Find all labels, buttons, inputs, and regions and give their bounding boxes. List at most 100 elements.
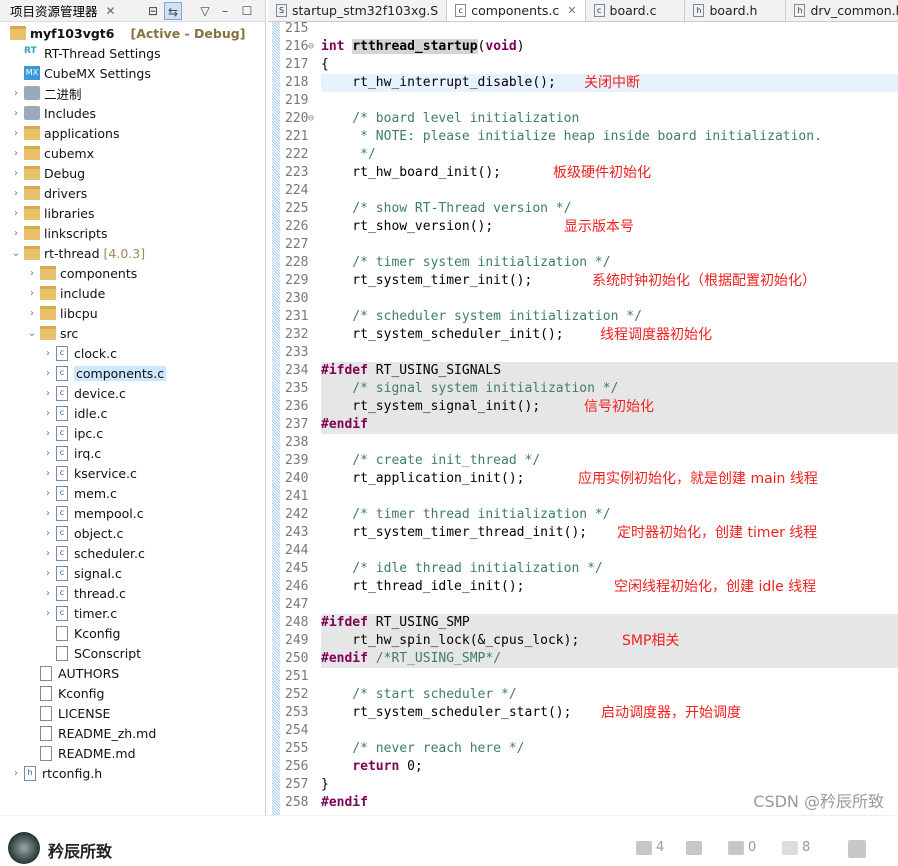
expand-chevron-icon[interactable]: › bbox=[42, 548, 54, 559]
line-number: 244 bbox=[285, 543, 309, 558]
tree-item[interactable]: › c irq.c bbox=[42, 443, 101, 463]
expand-chevron-icon[interactable]: › bbox=[42, 348, 54, 359]
close-tab-icon[interactable]: ✕ bbox=[567, 4, 576, 17]
tree-item[interactable]: › Includes bbox=[10, 103, 96, 123]
expand-chevron-icon[interactable]: › bbox=[42, 508, 54, 519]
tree-item[interactable]: LICENSE bbox=[26, 703, 110, 723]
expand-chevron-icon[interactable]: › bbox=[10, 168, 22, 179]
expand-chevron-icon[interactable]: › bbox=[42, 428, 54, 439]
tree-item[interactable]: › h rtconfig.h bbox=[10, 763, 102, 783]
tree-item[interactable]: ⌄ rt-thread [4.0.3] bbox=[10, 243, 145, 263]
tree-item[interactable]: MX CubeMX Settings bbox=[10, 63, 151, 83]
tab-components-c[interactable]: c components.c ✕ bbox=[447, 0, 586, 21]
collapse-all-icon[interactable]: ⊟ bbox=[144, 2, 162, 20]
minimize-icon[interactable]: – bbox=[216, 2, 234, 20]
tree-item[interactable]: › c kservice.c bbox=[42, 463, 137, 483]
tree-item[interactable]: AUTHORS bbox=[26, 663, 119, 683]
expand-chevron-icon[interactable]: › bbox=[10, 128, 22, 139]
tree-item[interactable]: README_zh.md bbox=[26, 723, 156, 743]
tree-item[interactable]: ⌄ src bbox=[26, 323, 78, 343]
expand-chevron-icon[interactable]: › bbox=[10, 208, 22, 219]
tree-item[interactable]: › 二进制 bbox=[10, 83, 82, 103]
expand-chevron-icon[interactable]: › bbox=[42, 568, 54, 579]
close-icon[interactable]: ✕ bbox=[106, 4, 116, 18]
tree-item[interactable]: README.md bbox=[26, 743, 136, 763]
tree-item-label: scheduler.c bbox=[74, 545, 145, 561]
tree-item[interactable]: › components bbox=[26, 263, 137, 283]
tab-startup-stm32f103xg-s[interactable]: Sstartup_stm32f103xg.S bbox=[268, 0, 448, 21]
tree-item[interactable]: › c ipc.c bbox=[42, 423, 103, 443]
maximize-icon[interactable]: ☐ bbox=[238, 2, 256, 20]
expand-chevron-icon[interactable]: › bbox=[10, 228, 22, 239]
expand-chevron-icon[interactable]: › bbox=[42, 368, 54, 379]
tree-item[interactable]: › c signal.c bbox=[42, 563, 122, 583]
tree-item[interactable]: › c mem.c bbox=[42, 483, 117, 503]
code-text: /* timer system initialization */ bbox=[321, 255, 611, 270]
tree-item[interactable]: › applications bbox=[10, 123, 119, 143]
line-number: 245 bbox=[285, 561, 309, 576]
expand-chevron-icon[interactable]: › bbox=[10, 188, 22, 199]
expand-chevron-icon[interactable]: › bbox=[10, 108, 22, 119]
tree-item[interactable]: › drivers bbox=[10, 183, 87, 203]
tree-item[interactable]: › c scheduler.c bbox=[42, 543, 145, 563]
like-button[interactable]: 4 bbox=[636, 840, 664, 855]
tab-board-h[interactable]: h board.h bbox=[685, 0, 787, 21]
tree-item[interactable]: Kconfig bbox=[42, 623, 120, 643]
tree-item[interactable]: › c idle.c bbox=[42, 403, 107, 423]
expand-chevron-icon[interactable]: › bbox=[42, 408, 54, 419]
tree-item[interactable]: › c thread.c bbox=[42, 583, 126, 603]
tree-item[interactable]: › linkscripts bbox=[10, 223, 107, 243]
line-number: 240 bbox=[285, 471, 309, 486]
tree-item[interactable]: › c clock.c bbox=[42, 343, 117, 363]
line-number: 229 bbox=[285, 273, 309, 288]
code-text: rt_system_scheduler_init(); bbox=[321, 327, 564, 342]
favorite-button[interactable]: 8 bbox=[782, 840, 810, 855]
expand-chevron-icon[interactable]: › bbox=[10, 88, 22, 99]
project-root[interactable]: myf103vgt6 [Active - Debug] bbox=[8, 23, 245, 43]
tree-item-label: clock.c bbox=[74, 345, 117, 361]
tree-item[interactable]: SConscript bbox=[42, 643, 141, 663]
expand-chevron-icon[interactable]: › bbox=[26, 308, 38, 319]
fold-toggle-icon[interactable]: ⊖ bbox=[308, 110, 314, 128]
expand-chevron-icon[interactable]: › bbox=[42, 488, 54, 499]
tree-item[interactable]: › Debug bbox=[10, 163, 85, 183]
tree-item[interactable]: › c mempool.c bbox=[42, 503, 144, 523]
expand-chevron-icon[interactable]: › bbox=[42, 528, 54, 539]
expand-chevron-icon[interactable]: › bbox=[10, 768, 22, 779]
expand-chevron-icon[interactable]: › bbox=[26, 288, 38, 299]
version-tag: [4.0.3] bbox=[103, 245, 146, 261]
expand-chevron-icon[interactable]: › bbox=[42, 448, 54, 459]
project-icon bbox=[10, 26, 26, 40]
dislike-button[interactable] bbox=[686, 840, 706, 855]
tree-item[interactable]: Kconfig bbox=[26, 683, 104, 703]
tree-item[interactable]: › c device.c bbox=[42, 383, 126, 403]
tree-item[interactable]: › libcpu bbox=[26, 303, 98, 323]
comment-button[interactable]: 0 bbox=[728, 840, 756, 855]
tree-item[interactable]: › include bbox=[26, 283, 105, 303]
expand-chevron-icon[interactable]: ⌄ bbox=[26, 328, 38, 339]
avatar[interactable] bbox=[8, 832, 40, 864]
view-menu-icon[interactable]: ▽ bbox=[196, 2, 214, 20]
expand-chevron-icon[interactable]: › bbox=[26, 268, 38, 279]
qr-code-button[interactable] bbox=[848, 840, 870, 858]
tree-item[interactable]: › libraries bbox=[10, 203, 95, 223]
tab-board-c[interactable]: c board.c bbox=[586, 0, 686, 21]
code-text: rt_hw_interrupt_disable(); bbox=[321, 75, 556, 90]
expand-chevron-icon[interactable]: › bbox=[42, 388, 54, 399]
tab-drv-common-h[interactable]: h drv_common.h bbox=[786, 0, 898, 21]
tree-item[interactable]: › c components.c bbox=[42, 363, 167, 383]
tree-item[interactable]: › c timer.c bbox=[42, 603, 117, 623]
link-editor-icon[interactable]: ⇆ bbox=[164, 2, 182, 20]
tree-item-label: rtconfig.h bbox=[42, 765, 103, 781]
tree-item[interactable]: › c object.c bbox=[42, 523, 123, 543]
author-name[interactable]: 矜辰所致 bbox=[48, 838, 112, 862]
code-text: #endif bbox=[321, 417, 368, 432]
expand-chevron-icon[interactable]: › bbox=[42, 468, 54, 479]
fold-toggle-icon[interactable]: ⊖ bbox=[308, 38, 314, 56]
tree-item[interactable]: › cubemx bbox=[10, 143, 94, 163]
expand-chevron-icon[interactable]: ⌄ bbox=[10, 248, 22, 259]
expand-chevron-icon[interactable]: › bbox=[42, 608, 54, 619]
expand-chevron-icon[interactable]: › bbox=[42, 588, 54, 599]
expand-chevron-icon[interactable]: › bbox=[10, 148, 22, 159]
tree-item[interactable]: RT RT-Thread Settings bbox=[10, 43, 161, 63]
